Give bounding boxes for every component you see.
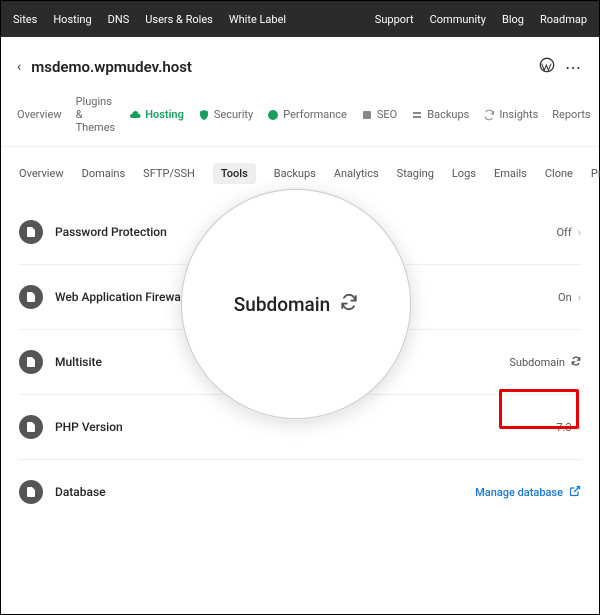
chevron-right-icon: › xyxy=(578,421,581,434)
wordpress-icon[interactable] xyxy=(539,57,555,77)
tab-seo[interactable]: SEO xyxy=(361,108,397,121)
more-menu-icon[interactable]: ⋯ xyxy=(565,58,583,77)
subtab-pricing[interactable]: Pricing xyxy=(591,167,600,180)
site-title: msdemo.wpmudev.host xyxy=(31,58,192,76)
row-title: Database xyxy=(55,485,106,499)
row-icon xyxy=(19,285,43,309)
subtab-analytics[interactable]: Analytics xyxy=(334,167,379,180)
zoom-callout: Subdomain xyxy=(181,189,411,419)
zoom-label: Subdomain xyxy=(234,293,330,316)
row-title: PHP Version xyxy=(55,420,123,434)
topnav-community[interactable]: Community xyxy=(430,13,486,26)
topnav-support[interactable]: Support xyxy=(375,13,414,26)
topnav-dns[interactable]: DNS xyxy=(108,13,130,26)
row-title: Multisite xyxy=(55,355,102,369)
back-button[interactable]: ‹ xyxy=(17,59,21,75)
subtab-sftpssh[interactable]: SFTP/SSH xyxy=(143,167,195,180)
row-value[interactable]: On› xyxy=(558,291,581,304)
refresh-icon xyxy=(340,293,358,316)
topnav-blog[interactable]: Blog xyxy=(502,13,524,26)
row-title: Password Protection xyxy=(55,225,167,239)
top-nav-right: Support Community Blog Roadmap xyxy=(375,13,587,26)
tab-performance[interactable]: Performance xyxy=(267,108,347,121)
tab-overview[interactable]: Overview xyxy=(17,108,62,121)
subtab-overview[interactable]: Overview xyxy=(19,167,64,180)
row-icon xyxy=(19,480,43,504)
row-icon xyxy=(19,220,43,244)
page-header: ‹ msdemo.wpmudev.host ⋯ xyxy=(1,37,599,87)
top-nav-left: Sites Hosting DNS Users & Roles White Label xyxy=(13,13,286,26)
row-title: Web Application Firewall xyxy=(55,290,187,304)
row-icon xyxy=(19,350,43,374)
tab-plugins---themes[interactable]: Plugins & Themes xyxy=(76,95,116,134)
main-tabs: Overview Plugins & Themes Hosting Security P… xyxy=(1,87,599,147)
row-value[interactable]: Off› xyxy=(556,226,581,239)
top-navigation: SitesHostingDNSUsers & RolesWhite Label … xyxy=(1,1,599,37)
refresh-icon xyxy=(571,356,581,369)
sub-tabs-right: Clone Pricing xyxy=(545,167,600,180)
sub-tabs-left: Overview Domains SFTP/SSH Tools Backups Analy… xyxy=(19,163,527,184)
setting-row-database[interactable]: Database Manage database xyxy=(19,459,581,524)
subtab-clone[interactable]: Clone xyxy=(545,167,573,180)
subtab-backups[interactable]: Backups xyxy=(274,167,316,180)
topnav-hosting[interactable]: Hosting xyxy=(53,13,91,26)
subtab-logs[interactable]: Logs xyxy=(452,167,476,180)
tab-hosting[interactable]: Hosting xyxy=(129,108,184,121)
row-value[interactable]: Manage database xyxy=(475,485,581,500)
row-icon xyxy=(19,415,43,439)
tab-reports[interactable]: Reports xyxy=(552,108,590,121)
topnav-roadmap[interactable]: Roadmap xyxy=(540,13,587,26)
tab-insights[interactable]: Insights xyxy=(483,108,538,121)
row-value[interactable]: Subdomain xyxy=(509,356,581,369)
subtab-staging[interactable]: Staging xyxy=(397,167,434,180)
row-value[interactable]: 7.3› xyxy=(556,421,581,434)
subtab-emails[interactable]: Emails xyxy=(494,167,527,180)
subtab-tools[interactable]: Tools xyxy=(213,163,256,184)
tab-security[interactable]: Security xyxy=(198,108,253,121)
chevron-right-icon: › xyxy=(578,291,581,304)
topnav-users---roles[interactable]: Users & Roles xyxy=(145,13,213,26)
external-link-icon xyxy=(569,485,581,500)
topnav-sites[interactable]: Sites xyxy=(13,13,37,26)
tab-backups[interactable]: Backups xyxy=(411,108,469,121)
subtab-domains[interactable]: Domains xyxy=(82,167,126,180)
chevron-right-icon: › xyxy=(578,226,581,239)
topnav-white-label[interactable]: White Label xyxy=(229,13,286,26)
